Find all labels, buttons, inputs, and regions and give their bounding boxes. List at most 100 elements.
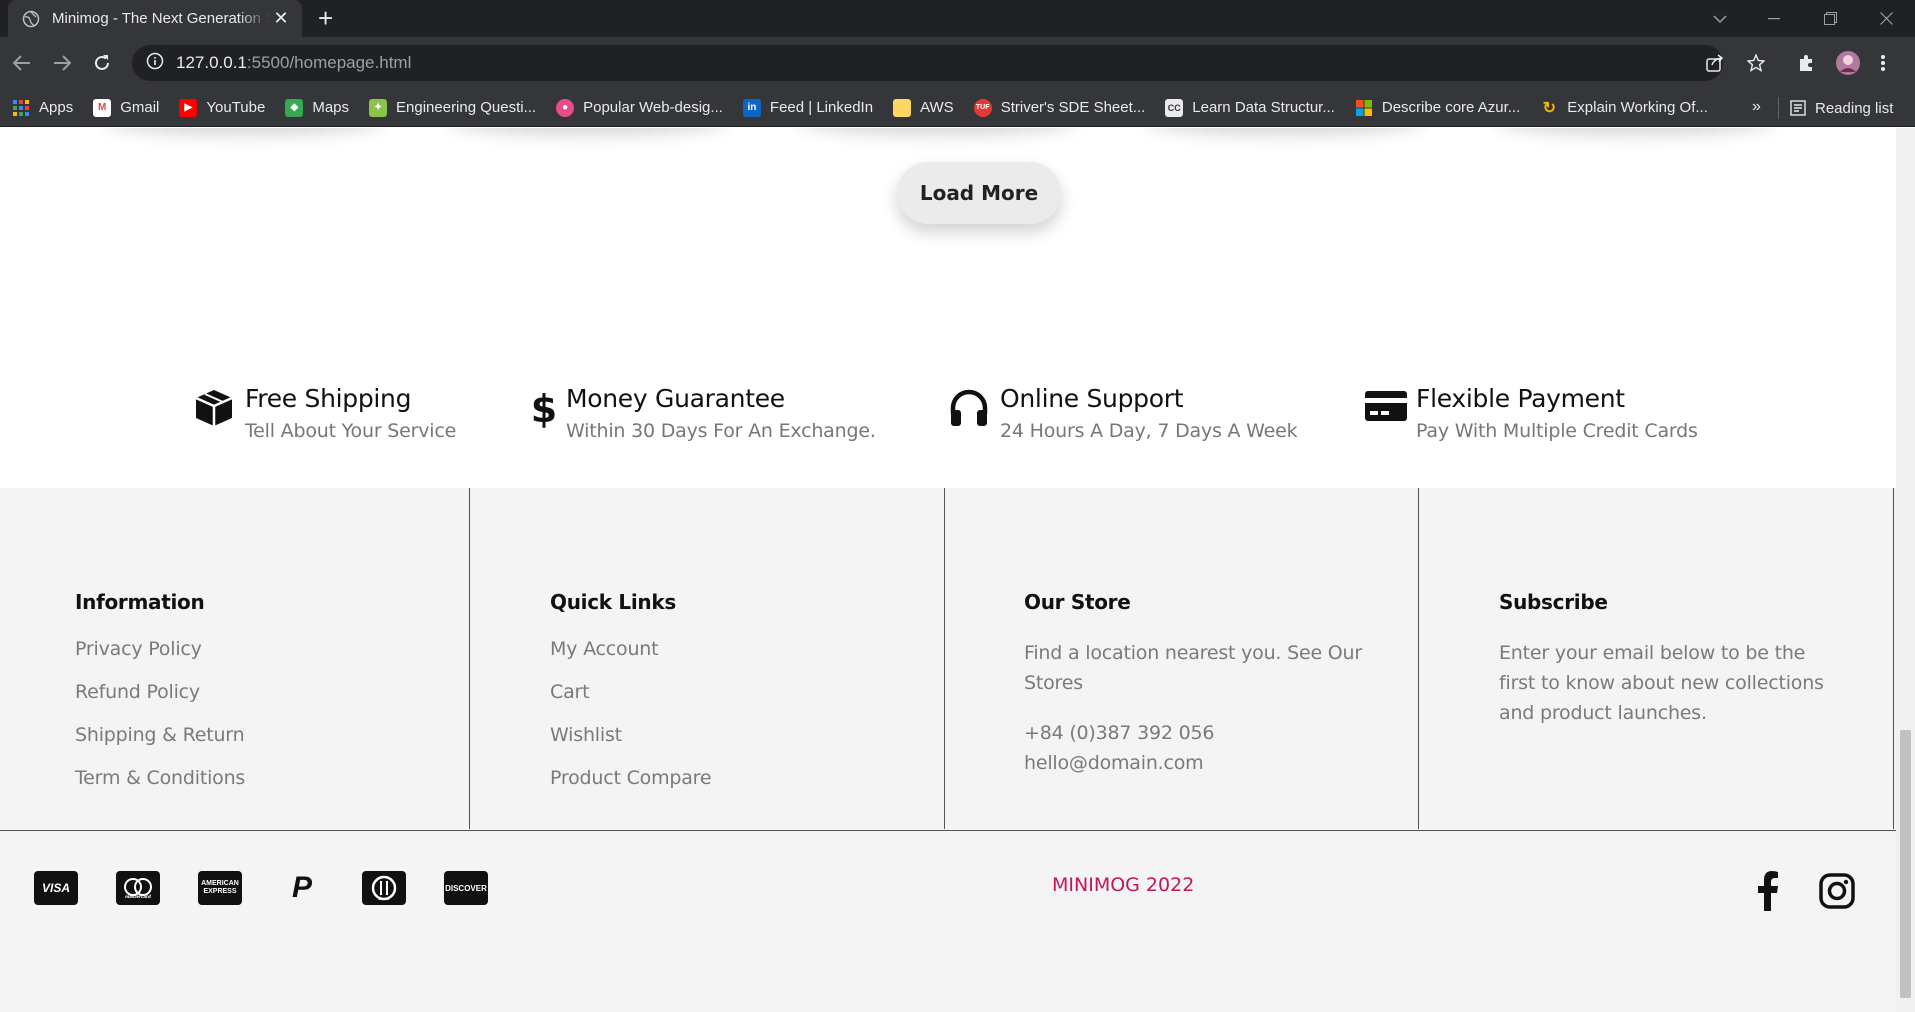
payment-icons: VISA mastercard AMERICAN EXPRESS P Diner… xyxy=(34,871,526,905)
dollar-icon: $ xyxy=(531,387,557,431)
bookmark-apps[interactable]: Apps xyxy=(12,99,73,117)
tab-search-icon[interactable] xyxy=(1700,0,1740,37)
paypal-icon: P xyxy=(291,871,312,904)
load-more-button[interactable]: Load More xyxy=(897,162,1061,224)
footer-link-shipping[interactable]: Shipping & Return xyxy=(75,724,245,767)
feature-free-shipping: Free Shipping Tell About Your Service xyxy=(193,384,456,442)
bookmark-explain[interactable]: ↻ Explain Working Of... xyxy=(1540,99,1708,117)
svg-text:$: $ xyxy=(532,388,556,430)
store-phone[interactable]: +84 (0)387 392 056 xyxy=(1024,718,1215,748)
bookmarks-bar: Apps M Gmail ▶ YouTube ◆ Maps ✦ Engineering … xyxy=(0,89,1915,127)
restore-button[interactable] xyxy=(1808,0,1852,37)
store-email[interactable]: hello@domain.com xyxy=(1024,748,1204,778)
apps-grid-icon xyxy=(12,99,30,117)
microsoft-icon xyxy=(1355,99,1373,117)
diners-club-icon: Diners xyxy=(362,871,406,905)
browser-toolbar: 127.0.0.1:5500/homepage.html xyxy=(0,37,1915,89)
footer-information: Information Privacy Policy Refund Policy… xyxy=(0,488,470,829)
folder-icon xyxy=(893,98,912,117)
reading-list-icon xyxy=(1790,100,1806,116)
cc-icon: CC xyxy=(1165,98,1184,117)
menu-kebab-icon[interactable] xyxy=(1880,45,1886,81)
bookmark-gmail[interactable]: M Gmail xyxy=(93,98,159,117)
footer-link-privacy[interactable]: Privacy Policy xyxy=(75,638,245,681)
bookmark-datastruct[interactable]: CC Learn Data Structur... xyxy=(1165,98,1335,117)
discover-icon: DISCOVER xyxy=(444,871,488,905)
footer-quick-links: Quick Links My Account Cart Wishlist Pro… xyxy=(470,488,945,829)
footer-heading: Our Store xyxy=(1024,590,1131,614)
bookmark-star-icon[interactable] xyxy=(1747,45,1765,81)
feature-subtitle: 24 Hours A Day, 7 Days A Week xyxy=(1000,420,1298,442)
footer-link-terms[interactable]: Term & Conditions xyxy=(75,767,245,810)
back-button[interactable] xyxy=(8,49,36,77)
info-icon[interactable] xyxy=(146,52,164,75)
address-bar[interactable]: 127.0.0.1:5500/homepage.html xyxy=(132,45,1723,81)
store-description: Find a location nearest you. See Our Stor… xyxy=(1024,642,1363,694)
bookmark-youtube[interactable]: ▶ YouTube xyxy=(179,98,265,117)
subscribe-text: Enter your email below to be the first to… xyxy=(1499,642,1824,724)
leaf-icon: ✦ xyxy=(369,98,388,117)
footer: Information Privacy Policy Refund Policy… xyxy=(0,488,1896,830)
footer-link-wishlist[interactable]: Wishlist xyxy=(550,724,711,767)
profile-avatar[interactable] xyxy=(1835,45,1861,81)
facebook-icon[interactable] xyxy=(1748,871,1788,911)
feature-money-guarantee: $ Money Guarantee Within 30 Days For An … xyxy=(531,384,876,442)
credit-card-icon xyxy=(1364,388,1407,430)
page-scrollbar[interactable] xyxy=(1896,128,1915,1012)
bookmark-linkedin[interactable]: in Feed | LinkedIn xyxy=(742,98,873,117)
bookmark-webdesign[interactable]: ● Popular Web-desig... xyxy=(556,98,723,117)
footer-link-refund[interactable]: Refund Policy xyxy=(75,681,245,724)
browser-tab[interactable]: Minimog - The Next Generation Shopify Th… xyxy=(8,0,302,37)
footer-heading: Quick Links xyxy=(550,590,676,614)
maps-icon: ◆ xyxy=(285,98,304,117)
copyright-text: MINIMOG 2022 xyxy=(1052,874,1195,896)
amex-icon: AMERICAN EXPRESS xyxy=(198,871,242,905)
more-bookmarks-button[interactable]: » xyxy=(1752,98,1761,116)
close-tab-icon[interactable]: ✕ xyxy=(270,8,292,29)
svg-text:mastercard: mastercard xyxy=(125,894,151,899)
footer-heading: Information xyxy=(75,590,205,614)
feature-title: Free Shipping xyxy=(245,384,412,413)
feature-subtitle: Pay With Multiple Credit Cards xyxy=(1416,420,1698,442)
reading-list-button[interactable]: Reading list xyxy=(1790,89,1893,127)
footer-link-compare[interactable]: Product Compare xyxy=(550,767,712,810)
bookmark-separator xyxy=(1778,97,1779,119)
dribbble-icon: ● xyxy=(556,98,575,117)
bookmark-azure[interactable]: Describe core Azur... xyxy=(1355,99,1520,117)
youtube-icon: ▶ xyxy=(179,98,198,117)
new-tab-button[interactable]: + xyxy=(318,4,333,32)
reload-button[interactable] xyxy=(88,49,116,77)
footer-our-store: Our Store Find a location nearest you. S… xyxy=(945,488,1419,829)
bookmark-engineering[interactable]: ✦ Engineering Questi... xyxy=(369,98,536,117)
loop-icon: ↻ xyxy=(1542,99,1556,117)
close-window-button[interactable] xyxy=(1864,0,1908,37)
feature-flexible-payment: Flexible Payment Pay With Multiple Credi… xyxy=(1364,384,1698,442)
footer-subscribe: Subscribe Enter your email below to be t… xyxy=(1419,488,1894,829)
globe-icon xyxy=(22,10,40,28)
mastercard-icon: mastercard xyxy=(116,871,160,905)
bookmark-aws[interactable]: AWS xyxy=(893,98,954,117)
svg-text:Diners: Diners xyxy=(379,897,390,901)
feature-title: Money Guarantee xyxy=(566,384,785,413)
bookmark-striver[interactable]: TUF Striver's SDE Sheet... xyxy=(973,98,1145,117)
feature-subtitle: Tell About Your Service xyxy=(245,420,457,442)
minimize-button[interactable] xyxy=(1752,0,1796,37)
footer-link-my-account[interactable]: My Account xyxy=(550,638,711,681)
feature-title: Flexible Payment xyxy=(1416,384,1625,413)
footer-heading: Subscribe xyxy=(1499,590,1608,614)
bookmark-maps[interactable]: ◆ Maps xyxy=(285,98,349,117)
feature-online-support: Online Support 24 Hours A Day, 7 Days A … xyxy=(948,384,1298,442)
linkedin-icon: in xyxy=(742,98,761,117)
feature-subtitle: Within 30 Days For An Exchange. xyxy=(566,420,876,442)
instagram-icon[interactable] xyxy=(1817,871,1857,911)
url-text: 127.0.0.1:5500/homepage.html xyxy=(176,53,412,72)
extensions-icon[interactable] xyxy=(1797,45,1815,81)
gmail-icon: M xyxy=(93,98,112,117)
feature-title: Online Support xyxy=(1000,384,1184,413)
footer-link-cart[interactable]: Cart xyxy=(550,681,711,724)
browser-tab-bar: Minimog - The Next Generation Shopify Th… xyxy=(0,0,1915,37)
headphones-icon xyxy=(948,388,990,430)
share-icon[interactable] xyxy=(1706,45,1724,81)
scrollbar-thumb[interactable] xyxy=(1900,730,1911,998)
forward-button[interactable] xyxy=(48,49,76,77)
